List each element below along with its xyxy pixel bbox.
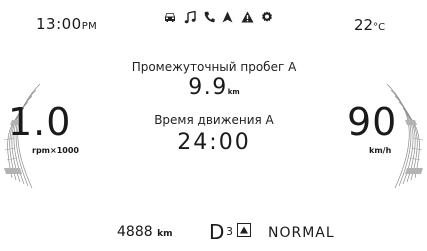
- warning-triangle-icon[interactable]: [241, 11, 254, 23]
- tachometer-unit: rpm×1000: [32, 146, 79, 155]
- trip-distance: 9.9km: [130, 75, 298, 105]
- trip-distance-unit: km: [227, 88, 240, 96]
- car-icon[interactable]: [163, 11, 177, 23]
- drive-mode[interactable]: NORMAL: [268, 225, 335, 241]
- music-note-icon[interactable]: [184, 10, 197, 24]
- gear-indicator: D: [209, 220, 225, 244]
- odometer-unit: km: [157, 229, 173, 239]
- gear-number: 3: [226, 225, 233, 238]
- speedometer-value: 90: [347, 100, 398, 144]
- outside-temperature: 22°C: [354, 16, 385, 34]
- speedometer-unit: km/h: [369, 146, 392, 155]
- trip-info-panel[interactable]: Промежуточный пробег А 9.9km Время движе…: [130, 60, 298, 156]
- trip-time-label: Время движения А: [154, 113, 274, 127]
- temperature-value: 22: [354, 16, 374, 34]
- odometer: 4888 km: [117, 224, 172, 240]
- trip-distance-label: Промежуточный пробег А: [131, 60, 297, 74]
- status-bar: 13:00PM 22°C: [0, 0, 427, 34]
- phone-icon[interactable]: [204, 11, 215, 23]
- navigation-arrow-icon[interactable]: [222, 11, 233, 23]
- clock: 13:00PM: [36, 15, 97, 33]
- tachometer-value: 1.0: [8, 100, 72, 144]
- trip-distance-value: 9.9: [188, 75, 228, 100]
- clock-time: 13:00: [36, 15, 82, 33]
- temperature-unit: °C: [373, 22, 386, 33]
- trip-time-value: 24:00: [177, 130, 251, 155]
- settings-gear-icon[interactable]: [261, 11, 273, 23]
- bottom-bar: 4888 km D 3 NORMAL: [0, 220, 427, 248]
- odometer-value: 4888: [117, 224, 153, 240]
- upshift-arrow-icon: [237, 223, 251, 237]
- clock-ampm: PM: [81, 21, 97, 32]
- status-icons: [163, 9, 273, 25]
